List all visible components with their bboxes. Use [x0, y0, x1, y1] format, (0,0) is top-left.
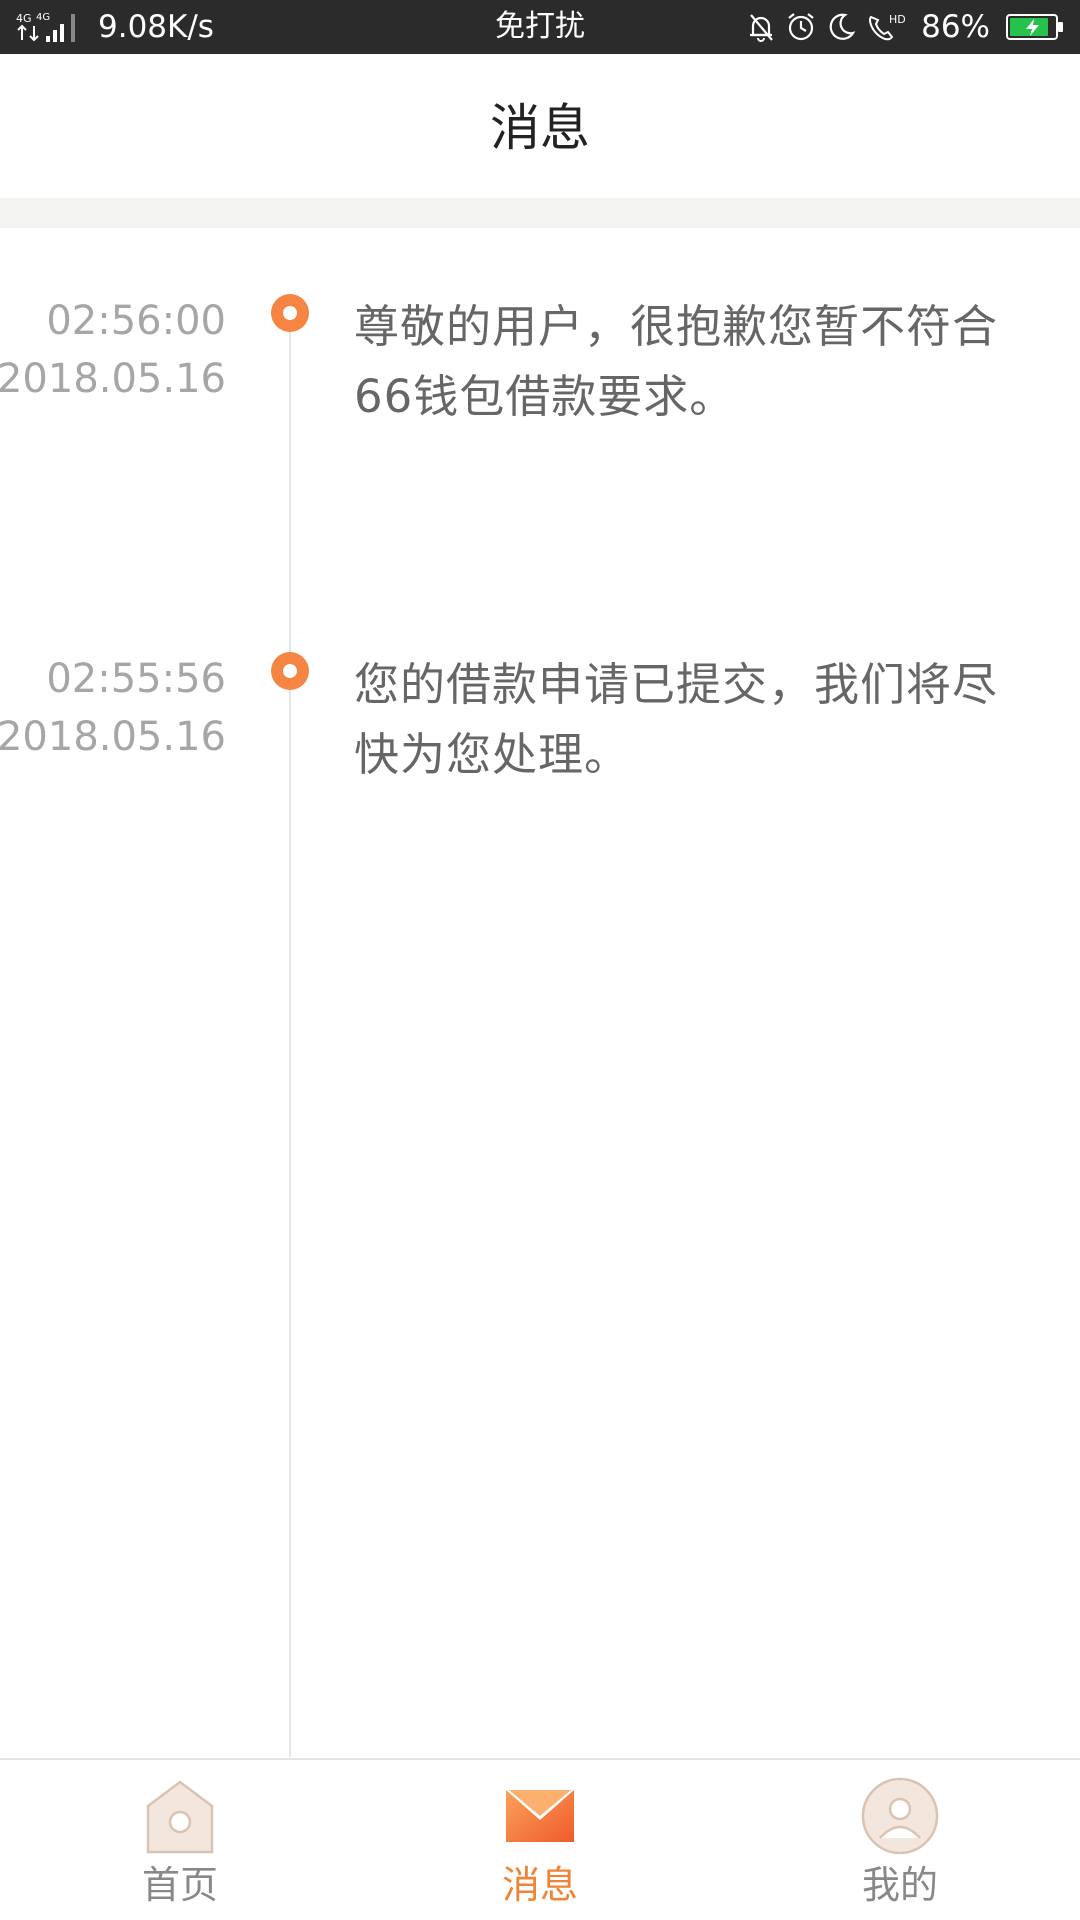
battery-percent: 86%	[921, 9, 990, 45]
message-text: 尊敬的用户，很抱歉您暂不符合66钱包借款要求。	[354, 300, 999, 423]
message-date: 2018.05.16	[0, 356, 226, 402]
message-date: 2018.05.16	[0, 714, 226, 760]
page-header: 消息	[0, 54, 1080, 198]
message-item[interactable]: 02:55:56 2018.05.16 您的借款申请已提交，我们将尽快为您处理。	[0, 650, 1080, 850]
timeline-dot-icon	[271, 294, 309, 332]
status-bar: 4G 4G 9.08K/s 免打扰 HD 86%	[0, 0, 1080, 54]
svg-text:HD: HD	[889, 13, 905, 26]
tab-messages-label: 消息	[501, 1863, 578, 1907]
tab-home[interactable]: 首页	[0, 1760, 360, 1920]
profile-icon	[861, 1777, 939, 1855]
bottom-tab-bar: 首页 消息 我的	[0, 1758, 1080, 1920]
mute-bell-icon	[750, 14, 773, 42]
alarm-icon	[788, 13, 814, 41]
moon-icon	[829, 13, 856, 40]
status-right: HD 86%	[737, 0, 1064, 54]
battery-charging-icon	[1006, 14, 1063, 40]
hd-call-icon: HD	[869, 13, 905, 41]
timeline-line	[289, 305, 291, 1757]
message-timestamp: 02:55:56 2018.05.16	[0, 650, 226, 766]
message-time: 02:56:00	[46, 298, 226, 344]
message-text: 您的借款申请已提交，我们将尽快为您处理。	[354, 658, 999, 781]
tab-profile[interactable]: 我的	[720, 1760, 1080, 1920]
page-title: 消息	[490, 99, 590, 157]
message-time: 02:55:56	[46, 656, 226, 702]
message-timestamp: 02:56:00 2018.05.16	[0, 292, 226, 408]
tab-messages[interactable]: 消息	[360, 1760, 720, 1920]
tab-home-label: 首页	[141, 1863, 218, 1907]
mail-icon	[506, 1790, 574, 1842]
header-divider	[0, 198, 1080, 228]
tab-profile-label: 我的	[861, 1863, 938, 1907]
timeline-dot-icon	[271, 652, 309, 690]
home-icon	[146, 1780, 214, 1854]
messages-screen: 4G 4G 9.08K/s 免打扰 HD 86% 消息 02:56:00 201…	[0, 0, 1080, 1920]
message-item[interactable]: 02:56:00 2018.05.16 尊敬的用户，很抱歉您暂不符合66钱包借款…	[0, 292, 1080, 492]
